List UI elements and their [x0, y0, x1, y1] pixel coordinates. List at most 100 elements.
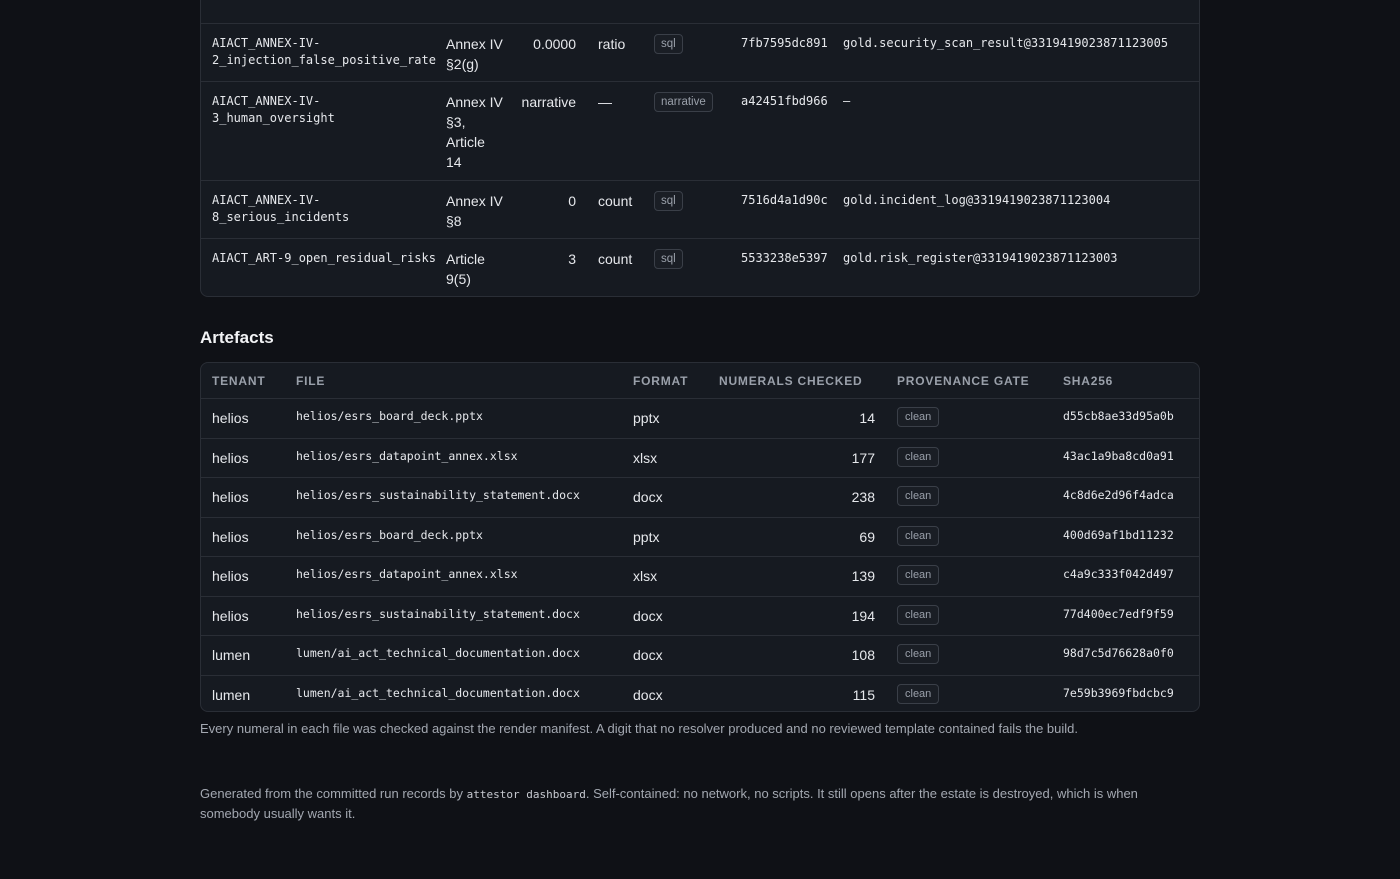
metric-kind-badge: narrative: [654, 92, 713, 112]
provenance-gate-badge: clean: [897, 486, 940, 506]
provenance-gate-badge: clean: [897, 604, 940, 625]
header-file: FILE: [296, 374, 326, 388]
format-cell: pptx: [633, 410, 660, 426]
provenance-gate-badge: clean: [897, 446, 940, 467]
sha256-cell: 98d7c5d76628a0f0: [1063, 646, 1174, 660]
tenant-cell: helios: [212, 449, 249, 466]
metric-clause: Annex IV: [446, 36, 503, 52]
metric-source: gold.risk_register@3319419023871123003: [843, 251, 1118, 265]
tenant-cell: helios: [212, 410, 249, 426]
numerals-cell: 115: [852, 686, 875, 703]
metric-id: 2_injection_false_positive_rate: [212, 53, 436, 67]
metric-kind-badge: sql: [654, 34, 683, 54]
provenance-gate-badge: clean: [897, 683, 940, 704]
artefacts-title: Artefacts: [200, 328, 274, 347]
metric-kind-badge: sql: [654, 191, 683, 211]
tenant-cell: helios: [212, 489, 249, 505]
metric-hash: 7516d4a1d90c: [741, 193, 828, 207]
metric-clause: §2(g): [446, 56, 479, 72]
sha256-cell: 7e59b3969fbdcbc9: [1063, 685, 1174, 700]
sha256-cell: c4a9c333f042d497: [1063, 567, 1174, 581]
footer-command: attestor dashboard: [466, 788, 586, 801]
numerals-cell: 177: [851, 449, 875, 466]
table-row: helios helios/esrs_sustainability_stateme…: [201, 478, 1199, 518]
footer-text: Generated from the committed run records…: [200, 784, 1190, 823]
metric-kind-badge: sql: [654, 249, 683, 269]
table-row: helios helios/esrs_datapoint_annex.xlsx xl…: [201, 439, 1199, 478]
metric-value: narrative: [521, 94, 576, 110]
file-cell: helios/esrs_datapoint_annex.xlsx: [296, 567, 518, 581]
metric-source: —: [843, 94, 851, 108]
header-format: FORMAT: [633, 374, 689, 388]
table-row: AIACT_ANNEX-IV- 2_injection_false_positiv…: [201, 24, 1199, 82]
metric-hash: 5533238e5397: [741, 251, 828, 265]
metric-id: 8_serious_incidents: [212, 210, 350, 224]
file-cell: helios/esrs_board_deck.pptx: [296, 527, 483, 542]
sha256-cell: 4c8d6e2d96f4adca: [1063, 488, 1174, 502]
numerals-cell: 14: [859, 410, 875, 426]
file-cell: helios/esrs_sustainability_statement.doc…: [296, 488, 580, 502]
metric-clause: Article: [446, 134, 485, 150]
header-provenance-gate: PROVENANCE GATE: [897, 374, 1030, 388]
artefacts-note: Every numeral in each file was checked a…: [200, 721, 1079, 736]
sha256-cell: d55cb8ae33d95a0b: [1063, 409, 1174, 423]
provenance-gate-badge: clean: [897, 525, 940, 546]
numerals-cell: 194: [851, 607, 875, 624]
metric-unit: count: [598, 251, 633, 267]
header-numerals-checked: NUMERALS CHECKED: [719, 374, 863, 388]
format-cell: docx: [633, 489, 663, 505]
footer-text-before: Generated from the committed run records…: [200, 786, 467, 801]
metric-clause: §3,: [446, 114, 466, 130]
metric-clause: Annex IV: [446, 193, 503, 209]
file-cell: helios/esrs_sustainability_statement.doc…: [296, 606, 580, 621]
format-cell: pptx: [633, 528, 660, 545]
file-cell: helios/esrs_datapoint_annex.xlsx: [296, 448, 518, 463]
metric-source: gold.security_scan_result@33194190238711…: [843, 36, 1169, 50]
metric-id: AIACT_ANNEX-IV-: [212, 94, 321, 108]
provenance-gate-badge: clean: [897, 644, 940, 664]
tenant-cell: helios: [212, 568, 249, 584]
sha256-cell: 77d400ec7edf9f59: [1063, 606, 1174, 621]
table-row: 2_injection_block_rate§2(g): [201, 0, 1199, 24]
numerals-cell: 108: [851, 647, 875, 663]
metric-clause: §8: [446, 213, 462, 229]
tenant-cell: lumen: [212, 686, 251, 703]
artefacts-table: TENANT FILE FORMAT NUMERALS CHECKED PROV…: [200, 362, 1200, 712]
metric-id: AIACT_ANNEX-IV-: [212, 36, 321, 50]
metric-id: AIACT_ANNEX-IV-: [212, 193, 321, 207]
tenant-cell: helios: [212, 607, 249, 624]
header-sha256: SHA256: [1063, 374, 1114, 388]
file-cell: lumen/ai_act_technical_documentation.doc…: [296, 685, 580, 700]
format-cell: docx: [633, 686, 663, 703]
metric-value: 0: [568, 193, 576, 209]
metric-hash: 7fb7595dc891: [741, 36, 828, 50]
metric-hash: a42451fbd966: [741, 94, 828, 108]
format-cell: xlsx: [633, 449, 658, 466]
sha256-cell: 400d69af1bd11232: [1063, 527, 1174, 542]
header-tenant: TENANT: [212, 374, 266, 388]
table-row: AIACT_ANNEX-IV- 8_serious_incidents Annex …: [201, 181, 1199, 239]
table-row: AIACT_ART-9_open_residual_risks Article 9(…: [201, 239, 1199, 296]
numerals-cell: 238: [851, 489, 875, 505]
file-cell: helios/esrs_board_deck.pptx: [296, 409, 483, 423]
table-row: helios helios/esrs_board_deck.pptx pptx 14 c…: [201, 399, 1199, 439]
table-body: helios helios/esrs_board_deck.pptx pptx 14 c…: [201, 399, 1199, 712]
table-row: lumen lumen/ai_act_technical_documentatio…: [201, 676, 1199, 712]
tenant-cell: lumen: [212, 647, 251, 663]
metrics-table: 2_injection_block_rate§2(g)AIACT_ANNEX-I…: [200, 0, 1200, 297]
table-row: helios helios/esrs_sustainability_stateme…: [201, 597, 1199, 636]
format-cell: xlsx: [633, 568, 658, 584]
metric-id: AIACT_ART-9_open_residual_risks: [212, 251, 436, 265]
numerals-cell: 69: [859, 528, 875, 545]
sha256-cell: 43ac1a9ba8cd0a91: [1063, 448, 1174, 463]
metric-value: 3: [568, 251, 576, 267]
table-row: lumen lumen/ai_act_technical_documentatio…: [201, 636, 1199, 676]
metric-clause: Article: [446, 251, 485, 267]
format-cell: docx: [633, 607, 663, 624]
metric-unit: ratio: [598, 36, 626, 52]
format-cell: docx: [633, 647, 663, 663]
table-header: TENANT FILE FORMAT NUMERALS CHECKED PROV…: [201, 363, 1199, 399]
numerals-cell: 139: [851, 568, 875, 584]
table-row: AIACT_ANNEX-IV- 3_human_oversight Annex IV…: [201, 82, 1199, 181]
tenant-cell: helios: [212, 528, 249, 545]
